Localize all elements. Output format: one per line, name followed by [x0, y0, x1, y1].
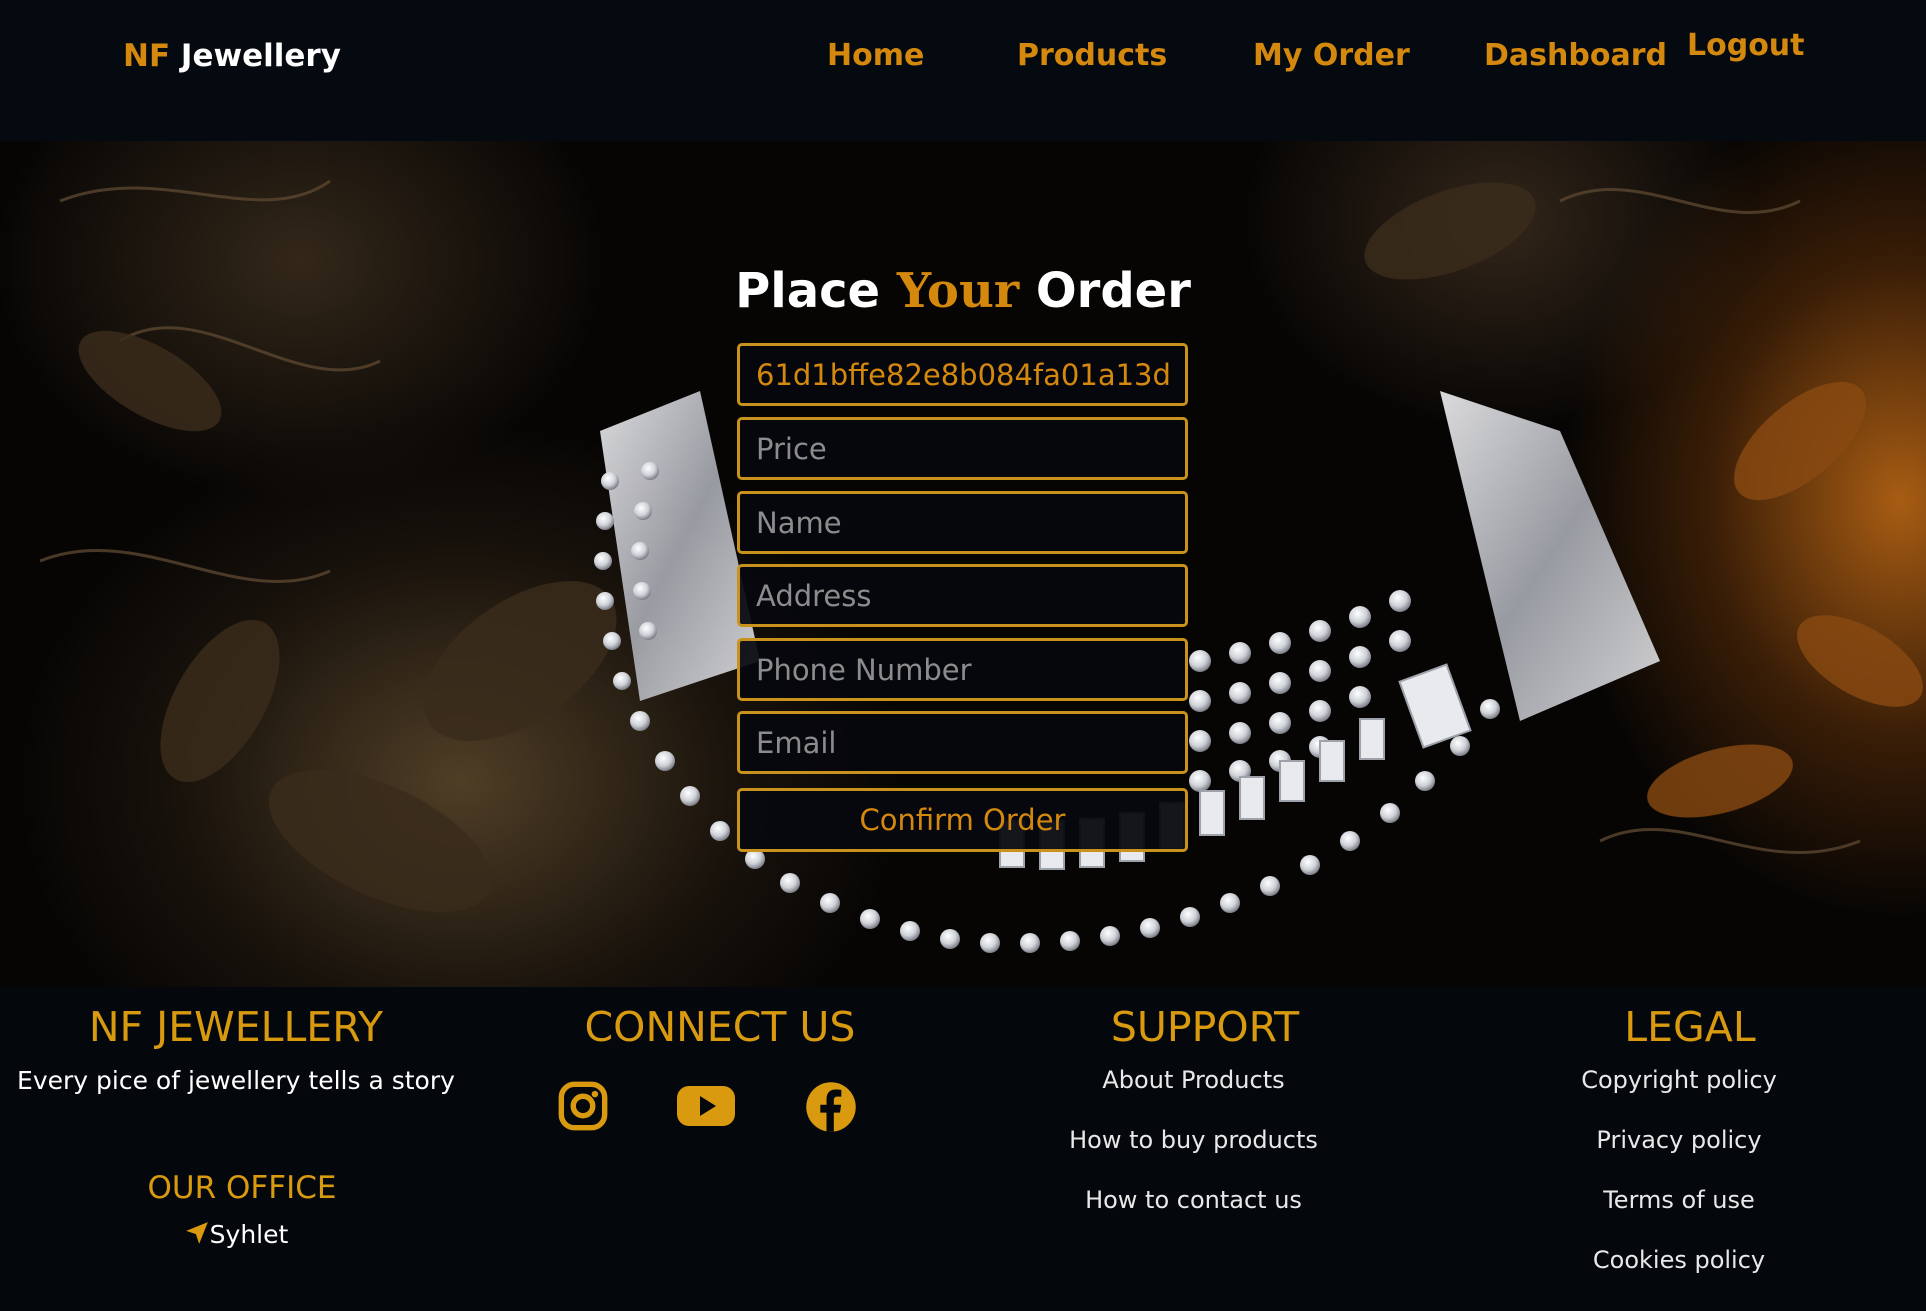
office-location-text: Syhlet — [209, 1220, 289, 1249]
title-your: Your — [896, 263, 1020, 319]
title-order: Order — [1035, 263, 1191, 319]
nav-my-order[interactable]: My Order — [1253, 38, 1410, 73]
confirm-order-button[interactable]: Confirm Order — [737, 788, 1188, 852]
nav-products[interactable]: Products — [1017, 38, 1167, 73]
brand-part-jewellery: Jewellery — [180, 38, 341, 74]
support-link-how-to-buy[interactable]: How to buy products — [1000, 1126, 1387, 1154]
address-field[interactable] — [737, 564, 1188, 627]
support-link-about-products[interactable]: About Products — [1000, 1066, 1387, 1094]
nav-logout[interactable]: Logout — [1687, 28, 1805, 63]
brand-part-nf: NF — [123, 38, 171, 74]
email-field[interactable] — [737, 711, 1188, 774]
instagram-icon[interactable] — [557, 1080, 609, 1136]
legal-link-terms[interactable]: Terms of use — [1480, 1186, 1878, 1214]
nav-dashboard[interactable]: Dashboard — [1484, 38, 1667, 73]
location-arrow-icon — [184, 1220, 210, 1252]
facebook-icon[interactable] — [804, 1080, 858, 1138]
footer-tagline: Every pice of jewellery tells a story — [17, 1066, 455, 1095]
price-field[interactable] — [737, 417, 1188, 480]
legal-link-copyright[interactable]: Copyright policy — [1480, 1066, 1878, 1094]
product-id-field[interactable] — [737, 343, 1188, 406]
support-link-how-to-contact[interactable]: How to contact us — [1000, 1186, 1387, 1214]
footer-brand-heading: NF JEWELLERY — [88, 1003, 384, 1051]
office-heading: OUR OFFICE — [147, 1170, 337, 1206]
connect-heading: CONNECT US — [584, 1003, 856, 1051]
hero-section: Place Your Order Confirm Order — [0, 141, 1926, 987]
order-title: Place Your Order — [0, 263, 1926, 319]
youtube-icon[interactable] — [676, 1082, 736, 1134]
support-heading: SUPPORT — [1110, 1003, 1300, 1051]
name-field[interactable] — [737, 491, 1188, 554]
legal-link-cookies[interactable]: Cookies policy — [1480, 1246, 1878, 1274]
legal-link-privacy[interactable]: Privacy policy — [1480, 1126, 1878, 1154]
brand-logo[interactable]: NF Jewellery — [123, 38, 341, 74]
nav-home[interactable]: Home — [827, 38, 924, 73]
navbar: NF Jewellery Home Products My Order Dash… — [0, 0, 1926, 141]
title-place: Place — [735, 263, 881, 319]
legal-heading: LEGAL — [1624, 1003, 1756, 1051]
phone-number-field[interactable] — [737, 638, 1188, 701]
office-location: Syhlet — [0, 1220, 472, 1252]
